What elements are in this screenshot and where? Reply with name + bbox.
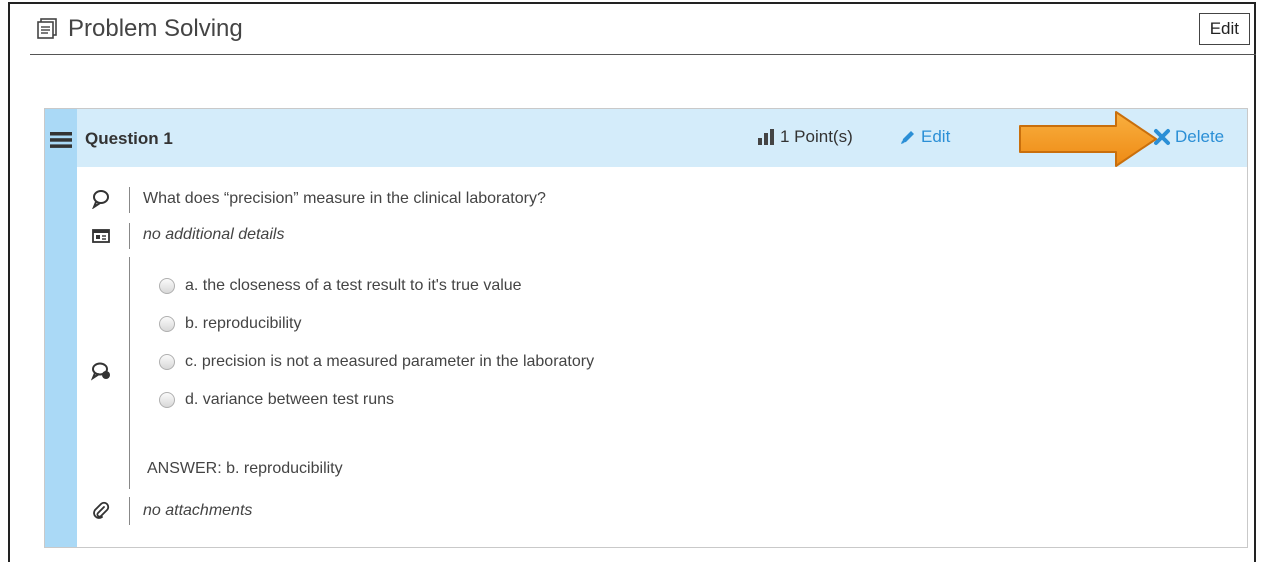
question-text: What does “precision” measure in the cli… <box>143 190 546 207</box>
option-c-label: c. precision is not a measured parameter… <box>185 353 595 370</box>
row-separator <box>129 497 130 525</box>
details-text: no additional details <box>143 226 285 243</box>
delete-question-link[interactable]: Delete <box>1153 127 1224 147</box>
row-separator <box>129 223 130 249</box>
page-title: Problem Solving <box>68 15 243 42</box>
edit-question-link[interactable]: Edit <box>899 127 950 147</box>
radio-option-a[interactable] <box>159 278 175 294</box>
radio-option-b[interactable] <box>159 316 175 332</box>
bar-chart-icon <box>758 129 774 145</box>
question-card: Question 1 1 Point(s) Edit Delete What d… <box>44 108 1248 548</box>
details-row: no additional details <box>77 223 1247 249</box>
radio-option-c[interactable] <box>159 354 175 370</box>
answer-text: ANSWER: b. reproducibility <box>147 460 343 477</box>
callout-arrow-icon <box>1019 111 1157 167</box>
attachments-text: no attachments <box>143 502 253 519</box>
answers-block: a. the closeness of a test result to it'… <box>77 257 1247 489</box>
option-b[interactable]: b. reproducibility <box>159 315 302 333</box>
option-b-label: b. reproducibility <box>185 315 302 332</box>
option-a[interactable]: a. the closeness of a test result to it'… <box>159 277 522 295</box>
points-label: 1 Point(s) <box>780 127 853 146</box>
speech-bubble-icon <box>92 190 109 209</box>
points-indicator: 1 Point(s) <box>758 127 853 147</box>
delete-question-label: Delete <box>1175 127 1225 146</box>
question-text-row: What does “precision” measure in the cli… <box>77 187 1247 213</box>
option-c[interactable]: c. precision is not a measured parameter… <box>159 353 594 371</box>
pencil-icon <box>901 131 914 144</box>
option-a-label: a. the closeness of a test result to it'… <box>185 277 522 294</box>
edit-section-button[interactable]: Edit <box>1198 13 1250 45</box>
paperclip-icon <box>93 501 110 519</box>
attachments-row: no attachments <box>77 497 1247 525</box>
comments-icon <box>91 362 110 381</box>
edit-question-label: Edit <box>921 127 951 146</box>
row-separator <box>129 187 130 213</box>
row-separator <box>129 257 130 489</box>
option-d[interactable]: d. variance between test runs <box>159 391 394 409</box>
radio-option-d[interactable] <box>159 392 175 408</box>
question-title: Question 1 <box>85 129 173 148</box>
drag-strip[interactable] <box>45 109 77 547</box>
option-d-label: d. variance between test runs <box>185 391 395 408</box>
hamburger-icon[interactable] <box>50 131 72 149</box>
book-icon <box>37 18 57 39</box>
section-header: Problem Solving Edit <box>30 10 1256 55</box>
details-card-icon <box>92 229 110 243</box>
